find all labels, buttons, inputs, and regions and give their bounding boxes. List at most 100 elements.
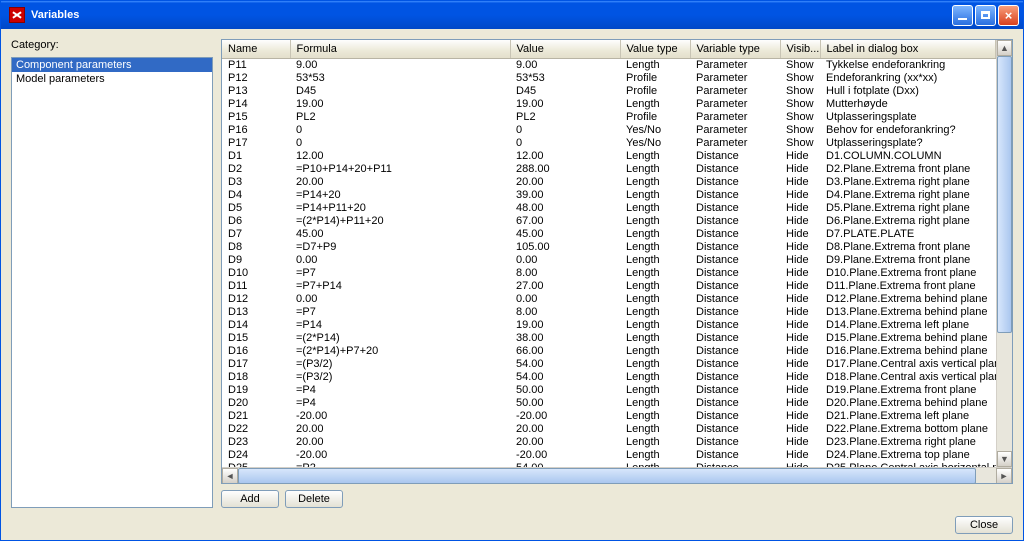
cell-name[interactable]: P11 bbox=[222, 58, 290, 72]
cell-visibility[interactable]: Hide bbox=[780, 358, 820, 371]
cell-name[interactable]: D4 bbox=[222, 189, 290, 202]
cell-label[interactable]: Mutterhøyde bbox=[820, 98, 996, 111]
cell-formula[interactable]: 0 bbox=[290, 124, 510, 137]
cell-visibility[interactable]: Show bbox=[780, 137, 820, 150]
cell-value_type[interactable]: Length bbox=[620, 371, 690, 384]
cell-name[interactable]: D11 bbox=[222, 280, 290, 293]
cell-name[interactable]: D10 bbox=[222, 267, 290, 280]
cell-value[interactable]: 8.00 bbox=[510, 306, 620, 319]
cell-value_type[interactable]: Profile bbox=[620, 72, 690, 85]
table-row[interactable]: D2=P10+P14+20+P11288.00LengthDistanceHid… bbox=[222, 163, 996, 176]
titlebar[interactable]: Variables × bbox=[1, 1, 1023, 29]
cell-name[interactable]: P12 bbox=[222, 72, 290, 85]
cell-label[interactable]: Hull i fotplate (Dxx) bbox=[820, 85, 996, 98]
cell-label[interactable]: D23.Plane.Extrema right plane bbox=[820, 436, 996, 449]
cell-value[interactable]: 8.00 bbox=[510, 267, 620, 280]
cell-name[interactable]: D3 bbox=[222, 176, 290, 189]
cell-visibility[interactable]: Hide bbox=[780, 384, 820, 397]
col-variable-type[interactable]: Variable type bbox=[690, 40, 780, 58]
cell-name[interactable]: D14 bbox=[222, 319, 290, 332]
cell-label[interactable]: D8.Plane.Extrema front plane bbox=[820, 241, 996, 254]
table-row[interactable]: D2320.0020.00LengthDistanceHideD23.Plane… bbox=[222, 436, 996, 449]
table-row[interactable]: D90.000.00LengthDistanceHideD9.Plane.Ext… bbox=[222, 254, 996, 267]
maximize-button[interactable] bbox=[975, 5, 996, 26]
cell-formula[interactable]: 0.00 bbox=[290, 254, 510, 267]
cell-variable_type[interactable]: Distance bbox=[690, 332, 780, 345]
cell-value[interactable]: 67.00 bbox=[510, 215, 620, 228]
cell-name[interactable]: D21 bbox=[222, 410, 290, 423]
cell-value[interactable]: 0.00 bbox=[510, 293, 620, 306]
cell-formula[interactable]: 9.00 bbox=[290, 58, 510, 72]
cell-value[interactable]: 54.00 bbox=[510, 358, 620, 371]
cell-value[interactable]: -20.00 bbox=[510, 410, 620, 423]
cell-name[interactable]: P13 bbox=[222, 85, 290, 98]
cell-variable_type[interactable]: Distance bbox=[690, 215, 780, 228]
cell-value[interactable]: 38.00 bbox=[510, 332, 620, 345]
cell-variable_type[interactable]: Distance bbox=[690, 241, 780, 254]
cell-variable_type[interactable]: Parameter bbox=[690, 72, 780, 85]
col-name[interactable]: Name bbox=[222, 40, 290, 58]
cell-name[interactable]: D15 bbox=[222, 332, 290, 345]
category-item[interactable]: Model parameters bbox=[12, 72, 212, 86]
cell-label[interactable]: D6.Plane.Extrema right plane bbox=[820, 215, 996, 228]
cell-variable_type[interactable]: Parameter bbox=[690, 58, 780, 72]
cell-value[interactable]: PL2 bbox=[510, 111, 620, 124]
table-row[interactable]: P1419.0019.00LengthParameterShowMutterhø… bbox=[222, 98, 996, 111]
cell-variable_type[interactable]: Distance bbox=[690, 436, 780, 449]
cell-label[interactable]: D16.Plane.Extrema behind plane bbox=[820, 345, 996, 358]
cell-name[interactable]: P16 bbox=[222, 124, 290, 137]
table-header-row[interactable]: Name Formula Value Value type Variable t… bbox=[222, 40, 996, 58]
cell-formula[interactable]: =P14+20 bbox=[290, 189, 510, 202]
cell-visibility[interactable]: Hide bbox=[780, 150, 820, 163]
table-row[interactable]: D24-20.00-20.00LengthDistanceHideD24.Pla… bbox=[222, 449, 996, 462]
cell-visibility[interactable]: Hide bbox=[780, 345, 820, 358]
cell-variable_type[interactable]: Distance bbox=[690, 228, 780, 241]
scroll-left-button[interactable]: ◄ bbox=[222, 468, 238, 484]
col-value[interactable]: Value bbox=[510, 40, 620, 58]
table-row[interactable]: P1253*5353*53ProfileParameterShowEndefor… bbox=[222, 72, 996, 85]
cell-formula[interactable]: 19.00 bbox=[290, 98, 510, 111]
cell-formula[interactable]: 20.00 bbox=[290, 436, 510, 449]
cell-value_type[interactable]: Length bbox=[620, 293, 690, 306]
cell-name[interactable]: D17 bbox=[222, 358, 290, 371]
table-row[interactable]: P1700Yes/NoParameterShowUtplasseringspla… bbox=[222, 137, 996, 150]
cell-formula[interactable]: =D7+P9 bbox=[290, 241, 510, 254]
cell-value_type[interactable]: Length bbox=[620, 241, 690, 254]
cell-label[interactable]: D17.Plane.Central axis vertical plane bbox=[820, 358, 996, 371]
cell-value[interactable]: 53*53 bbox=[510, 72, 620, 85]
cell-formula[interactable]: =P14 bbox=[290, 319, 510, 332]
cell-formula[interactable]: -20.00 bbox=[290, 449, 510, 462]
cell-variable_type[interactable]: Distance bbox=[690, 358, 780, 371]
cell-value_type[interactable]: Yes/No bbox=[620, 124, 690, 137]
cell-value[interactable]: 45.00 bbox=[510, 228, 620, 241]
cell-variable_type[interactable]: Distance bbox=[690, 150, 780, 163]
cell-name[interactable]: D12 bbox=[222, 293, 290, 306]
horizontal-scroll-track[interactable] bbox=[238, 468, 996, 484]
cell-formula[interactable]: =P14+P11+20 bbox=[290, 202, 510, 215]
cell-value[interactable]: 48.00 bbox=[510, 202, 620, 215]
cell-visibility[interactable]: Hide bbox=[780, 215, 820, 228]
table-row[interactable]: D17=(P3/2)54.00LengthDistanceHideD17.Pla… bbox=[222, 358, 996, 371]
cell-label[interactable]: D9.Plane.Extrema front plane bbox=[820, 254, 996, 267]
cell-name[interactable]: D2 bbox=[222, 163, 290, 176]
col-value-type[interactable]: Value type bbox=[620, 40, 690, 58]
cell-visibility[interactable]: Hide bbox=[780, 332, 820, 345]
cell-value_type[interactable]: Length bbox=[620, 98, 690, 111]
cell-visibility[interactable]: Hide bbox=[780, 319, 820, 332]
cell-value_type[interactable]: Length bbox=[620, 228, 690, 241]
cell-formula[interactable]: 20.00 bbox=[290, 176, 510, 189]
cell-variable_type[interactable]: Distance bbox=[690, 384, 780, 397]
table-row[interactable]: D8=D7+P9105.00LengthDistanceHideD8.Plane… bbox=[222, 241, 996, 254]
col-visibility[interactable]: Visib... bbox=[780, 40, 820, 58]
cell-value[interactable]: 20.00 bbox=[510, 436, 620, 449]
cell-value_type[interactable]: Profile bbox=[620, 111, 690, 124]
cell-value_type[interactable]: Length bbox=[620, 397, 690, 410]
cell-variable_type[interactable]: Distance bbox=[690, 306, 780, 319]
cell-name[interactable]: P17 bbox=[222, 137, 290, 150]
cell-visibility[interactable]: Hide bbox=[780, 423, 820, 436]
cell-label[interactable]: D20.Plane.Extrema behind plane bbox=[820, 397, 996, 410]
cell-value_type[interactable]: Length bbox=[620, 254, 690, 267]
cell-label[interactable]: D21.Plane.Extrema left plane bbox=[820, 410, 996, 423]
cell-value_type[interactable]: Length bbox=[620, 410, 690, 423]
cell-value_type[interactable]: Length bbox=[620, 449, 690, 462]
